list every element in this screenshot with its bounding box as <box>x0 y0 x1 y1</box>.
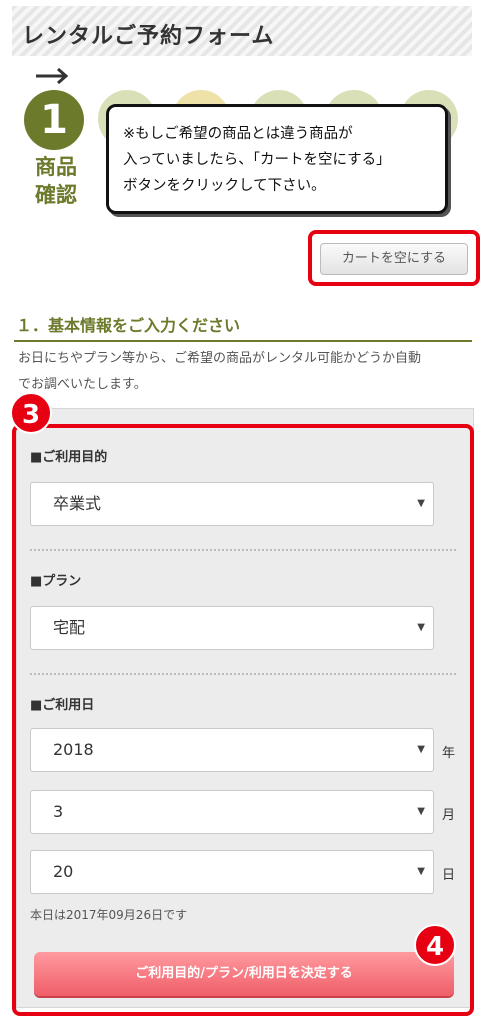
section-description: お日にちやプラン等から、ご希望の商品がレンタル可能かどうか自動 でお調べいたしま… <box>18 346 474 398</box>
divider <box>30 549 456 551</box>
chevron-down-icon: ▼ <box>417 866 425 877</box>
chevron-down-icon: ▼ <box>417 622 425 633</box>
year-value: 2018 <box>53 740 94 759</box>
step-current-label-1: 商品 <box>35 155 77 179</box>
empty-cart-button[interactable]: カートを空にする <box>320 243 468 275</box>
submit-button[interactable]: ご利用目的/プラン/利用日を決定する <box>34 952 454 996</box>
page-title: レンタルご予約フォーム <box>22 24 275 49</box>
purpose-select[interactable]: 卒業式 ▼ <box>30 482 434 526</box>
instruction-callout: ※もしご希望の商品とは違う商品が 入っていましたら、「カートを空にする」 ボタン… <box>106 104 448 214</box>
plan-label: ■プラン <box>30 574 82 589</box>
section-desc-line-2: でお調べいたします。 <box>18 377 147 392</box>
form-step-badge: 3 <box>10 392 52 434</box>
callout-line-1: ※もしご希望の商品とは違う商品が <box>123 126 353 142</box>
chevron-down-icon: ▼ <box>417 498 425 509</box>
day-unit: 日 <box>442 868 456 883</box>
month-value: 3 <box>53 802 64 821</box>
chevron-down-icon: ▼ <box>417 806 425 817</box>
plan-select[interactable]: 宅配 ▼ <box>30 606 434 650</box>
date-label: ■ご利用日 <box>30 698 95 713</box>
plan-value: 宅配 <box>53 618 86 637</box>
page-title-bar: レンタルご予約フォーム <box>12 6 472 56</box>
month-unit: 月 <box>442 808 456 823</box>
arrow-right-icon <box>36 67 69 85</box>
chevron-down-icon: ▼ <box>417 744 425 755</box>
step-current-number: 1 <box>24 90 84 150</box>
callout-line-3: ボタンをクリックして下さい。 <box>123 178 326 194</box>
today-date-note: 本日は2017年09月26日です <box>30 908 188 922</box>
section-heading: １．基本情報をご入力ください <box>14 312 472 342</box>
day-value: 20 <box>53 862 74 881</box>
year-select[interactable]: 2018 ▼ <box>30 728 434 772</box>
step-current-label-2: 確認 <box>35 183 77 207</box>
section-desc-line-1: お日にちやプラン等から、ご希望の商品がレンタル可能かどうか自動 <box>18 351 422 366</box>
purpose-label: ■ご利用目的 <box>30 450 108 465</box>
submit-step-badge: 4 <box>414 924 456 966</box>
day-select[interactable]: 20 ▼ <box>30 850 434 894</box>
callout-line-2: 入っていましたら、「カートを空にする」 <box>123 152 391 168</box>
month-select[interactable]: 3 ▼ <box>30 790 434 834</box>
year-unit: 年 <box>442 746 456 761</box>
divider <box>30 673 456 675</box>
purpose-value: 卒業式 <box>53 494 102 513</box>
